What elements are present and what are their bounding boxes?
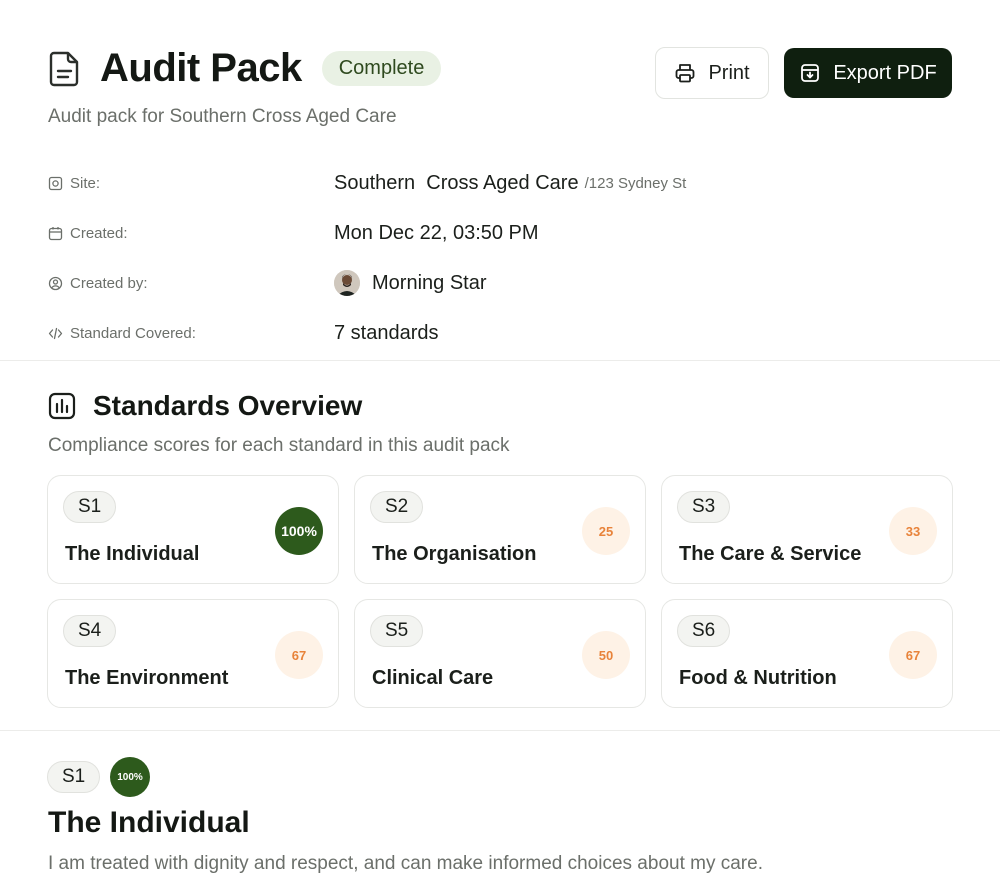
printer-icon xyxy=(676,64,695,83)
created-value: Mon Dec 22, 03:50 PM xyxy=(334,221,539,244)
standard-card-s1[interactable]: S1 The Individual 100% xyxy=(47,475,339,584)
score-badge: 100% xyxy=(275,507,323,555)
page-header: Audit Pack Complete xyxy=(48,46,442,91)
site-label: Site: xyxy=(70,174,101,192)
score-badge: 25 xyxy=(582,507,630,555)
standards-label: Standard Covered: xyxy=(70,324,196,342)
meta-row-standards: Standard Covered: 7 standards xyxy=(48,320,948,346)
standard-card-s4[interactable]: S4 The Environment 67 xyxy=(47,599,339,708)
calendar-icon xyxy=(48,226,63,240)
standard-name: The Individual xyxy=(65,543,200,565)
score-badge: 67 xyxy=(889,631,937,679)
overview-title: Standards Overview xyxy=(93,390,363,421)
export-pdf-label: Export PDF xyxy=(833,61,937,84)
standard-code: S5 xyxy=(370,615,424,647)
standard-code: S6 xyxy=(677,615,731,647)
site-value: Southern Cross Aged Care xyxy=(334,171,579,194)
page-subtitle: Audit pack for Southern Cross Aged Care xyxy=(48,106,397,127)
section-divider xyxy=(0,730,1000,731)
status-badge: Complete xyxy=(321,51,442,86)
score-badge: 67 xyxy=(275,631,323,679)
standard-name: The Organisation xyxy=(372,543,537,565)
standards-value: 7 standards xyxy=(334,321,439,344)
created-by-value: Morning Star xyxy=(372,271,487,294)
print-label: Print xyxy=(708,61,750,84)
standard-card-s6[interactable]: S6 Food & Nutrition 67 xyxy=(661,599,953,708)
print-button[interactable]: Print xyxy=(655,47,769,99)
meta-row-created: Created: Mon Dec 22, 03:50 PM xyxy=(48,220,948,246)
score-badge: 50 xyxy=(582,631,630,679)
detail-description: I am treated with dignity and respect, a… xyxy=(48,853,763,874)
standard-card-s2[interactable]: S2 The Organisation 25 xyxy=(354,475,646,584)
standard-code: S2 xyxy=(370,491,424,523)
site-address: /123 Sydney St xyxy=(584,174,687,192)
detail-score-badge: 100% xyxy=(110,757,150,797)
created-by-label: Created by: xyxy=(70,274,148,292)
section-divider xyxy=(0,360,1000,361)
overview-header: Standards Overview xyxy=(48,390,362,422)
avatar-portrait-icon xyxy=(334,270,360,296)
standard-name: The Environment xyxy=(65,667,229,689)
document-icon xyxy=(49,51,79,86)
user-circle-icon xyxy=(48,276,63,290)
overview-subtitle: Compliance scores for each standard in t… xyxy=(48,435,510,456)
download-icon xyxy=(801,64,820,82)
standard-name: Clinical Care xyxy=(372,667,494,689)
created-label: Created: xyxy=(70,224,128,242)
code-icon xyxy=(48,327,63,339)
standard-card-s3[interactable]: S3 The Care & Service 33 xyxy=(661,475,953,584)
location-icon xyxy=(48,176,63,190)
page-title: Audit Pack xyxy=(100,46,302,90)
bar-chart-icon xyxy=(48,392,76,420)
standard-code: S3 xyxy=(677,491,731,523)
meta-row-created-by: Created by: Morning Star xyxy=(48,270,948,296)
meta-row-site: Site: Southern Cross Aged Care /123 Sydn… xyxy=(48,170,948,196)
standard-name: Food & Nutrition xyxy=(679,667,837,689)
standard-code: S1 xyxy=(63,491,117,523)
export-pdf-button[interactable]: Export PDF xyxy=(784,48,952,98)
standard-code: S4 xyxy=(63,615,117,647)
standard-name: The Care & Service xyxy=(679,543,862,565)
detail-title: The Individual xyxy=(48,806,250,839)
avatar xyxy=(334,270,360,296)
score-badge: 33 xyxy=(889,507,937,555)
detail-standard-code: S1 xyxy=(47,761,101,793)
standard-card-s5[interactable]: S5 Clinical Care 50 xyxy=(354,599,646,708)
